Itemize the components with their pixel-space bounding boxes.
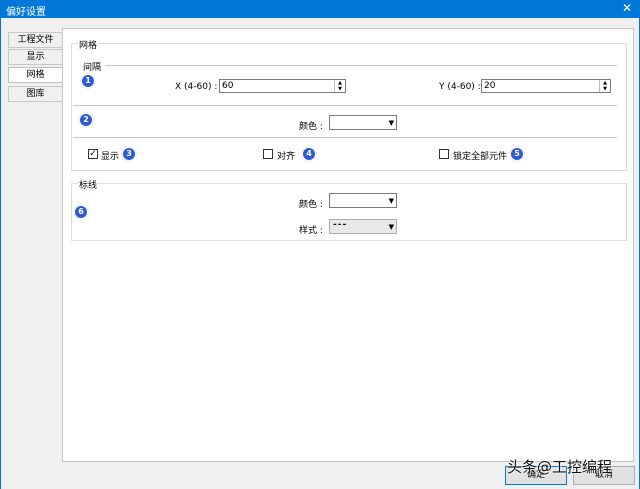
show-grid-checkbox[interactable]: ✓ xyxy=(88,149,98,159)
title-bar: 偏好设置 ✕ xyxy=(0,0,640,18)
y-spacing-value: 20 xyxy=(484,81,496,91)
grid-divider-2 xyxy=(73,137,617,138)
spacing-label: 间隔 xyxy=(83,63,102,73)
align-grid-checkbox[interactable] xyxy=(263,149,273,159)
spinner-arrows-icon[interactable]: ▲ ▼ xyxy=(334,80,345,92)
chevron-down-icon: ▼ xyxy=(388,119,394,127)
marker-2: 2 xyxy=(80,114,92,126)
marker-1: 1 xyxy=(82,75,94,87)
chevron-down-icon: ▼ xyxy=(388,197,394,205)
tab-project-file[interactable]: 工程文件 xyxy=(8,32,62,48)
show-grid-label: 显示 xyxy=(101,152,120,162)
tab-display[interactable]: 显示 xyxy=(8,49,62,65)
marker-3: 3 xyxy=(123,148,135,160)
marker-4: 4 xyxy=(303,148,315,160)
ruler-color-label: 颜色 : xyxy=(299,200,323,210)
grid-color-picker[interactable]: ▼ xyxy=(329,115,397,130)
grid-group-title: 网格 xyxy=(78,38,99,51)
marker-6: 6 xyxy=(75,206,87,218)
grid-group: 网格 xyxy=(71,38,627,171)
x-spacing-value: 60 xyxy=(222,81,234,91)
close-icon[interactable]: ✕ xyxy=(622,1,632,15)
window-border-left xyxy=(0,18,1,489)
settings-panel: 网格 间隔 1 X (4-60) : 60 ▲ ▼ Y (4-60) : 20 ▲… xyxy=(62,28,634,462)
ruler-group-title: 标线 xyxy=(78,178,99,191)
tab-grid[interactable]: 网格 xyxy=(8,67,62,83)
chevron-down-icon: ▼ xyxy=(388,223,394,231)
ruler-style-select[interactable]: --- ▼ xyxy=(329,219,397,234)
grid-divider-1 xyxy=(73,105,617,106)
spinner-arrows-icon[interactable]: ▲ ▼ xyxy=(599,80,610,92)
grid-color-label: 颜色 : xyxy=(299,122,323,132)
ruler-color-picker[interactable]: ▼ xyxy=(329,193,397,208)
lock-all-checkbox[interactable] xyxy=(439,149,449,159)
lock-all-label: 锁定全部元件 xyxy=(453,152,508,162)
ruler-style-label: 样式 : xyxy=(299,226,323,236)
y-spacing-label: Y (4-60) : xyxy=(439,82,481,92)
y-spacing-spinner[interactable]: 20 ▲ ▼ xyxy=(481,79,611,93)
align-grid-label: 对齐 xyxy=(277,152,296,162)
marker-5: 5 xyxy=(511,148,523,160)
spacing-divider xyxy=(105,65,617,66)
ruler-style-value: --- xyxy=(333,220,348,230)
x-spacing-label: X (4-60) : xyxy=(175,82,218,92)
window-title: 偏好设置 xyxy=(6,7,46,18)
tab-library[interactable]: 图库 xyxy=(8,86,62,102)
watermark: 头条@工控编程 xyxy=(507,458,613,476)
x-spacing-spinner[interactable]: 60 ▲ ▼ xyxy=(219,79,346,93)
